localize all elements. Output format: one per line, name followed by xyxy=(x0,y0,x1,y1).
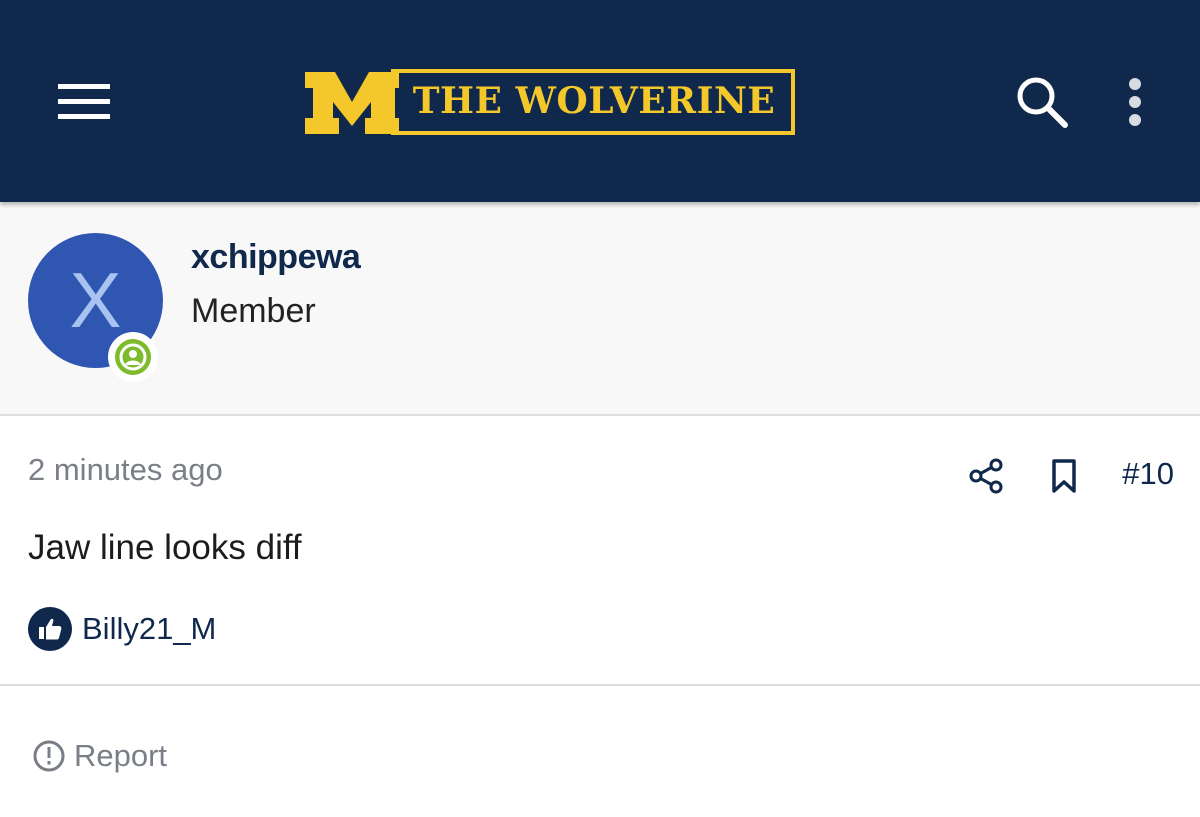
online-status-badge xyxy=(108,332,158,382)
user-title: Member xyxy=(191,292,316,330)
reaction-user[interactable]: Billy21_M xyxy=(82,611,216,647)
author-panel: X xchippewa Member xyxy=(0,202,1200,416)
post-number-link[interactable]: #10 xyxy=(1110,456,1174,492)
report-button[interactable]: Report xyxy=(32,734,167,778)
report-label: Report xyxy=(74,738,168,773)
post-body: Jaw line looks diff xyxy=(28,528,302,567)
bookmark-icon xyxy=(1052,459,1076,493)
site-logo[interactable]: THE WOLVERINE xyxy=(305,68,797,136)
share-icon xyxy=(969,458,1003,494)
bookmark-button[interactable] xyxy=(1044,456,1084,496)
hamburger-menu-icon xyxy=(58,84,110,119)
post: 2 minutes ago #10 Jaw line looks diff Bi… xyxy=(0,416,1200,686)
more-options-button[interactable] xyxy=(1115,76,1155,128)
app-header: THE WOLVERINE xyxy=(0,0,1200,202)
search-icon xyxy=(1017,77,1068,128)
reactions-bar[interactable]: Billy21_M xyxy=(28,606,216,652)
username-link[interactable]: xchippewa xyxy=(191,238,361,277)
like-badge xyxy=(28,607,72,651)
avatar-letter: X xyxy=(69,256,122,344)
vertical-ellipsis-icon xyxy=(1129,78,1141,126)
share-button[interactable] xyxy=(966,456,1006,496)
alert-circle-icon xyxy=(33,740,65,772)
post-timestamp[interactable]: 2 minutes ago xyxy=(28,452,223,488)
thumbs-up-icon xyxy=(39,618,62,640)
online-status-icon xyxy=(115,339,151,375)
menu-button[interactable] xyxy=(56,82,112,122)
logo-text: THE WOLVERINE xyxy=(412,80,776,122)
search-button[interactable] xyxy=(1014,74,1070,130)
